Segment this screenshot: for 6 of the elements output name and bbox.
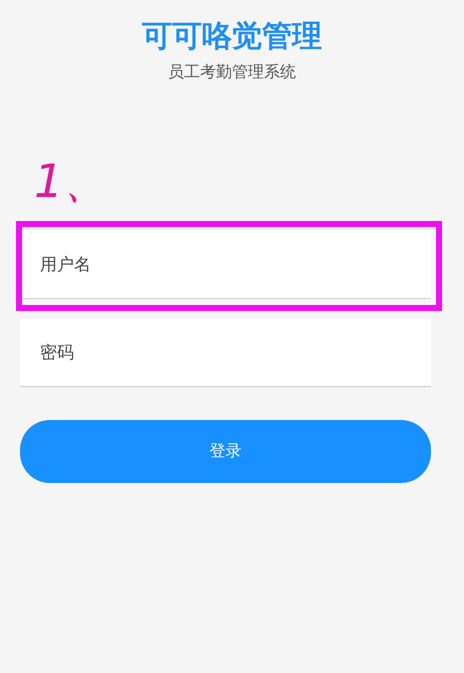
app-subtitle: 员工考勤管理系统: [168, 62, 296, 83]
annotation-number: 1、: [34, 154, 110, 208]
login-button[interactable]: 登录: [20, 420, 431, 483]
app-title: 可可咯觉管理: [142, 18, 322, 56]
input-field[interactable]: 密码: [20, 319, 431, 387]
input-field[interactable]: 用户名: [20, 231, 431, 299]
